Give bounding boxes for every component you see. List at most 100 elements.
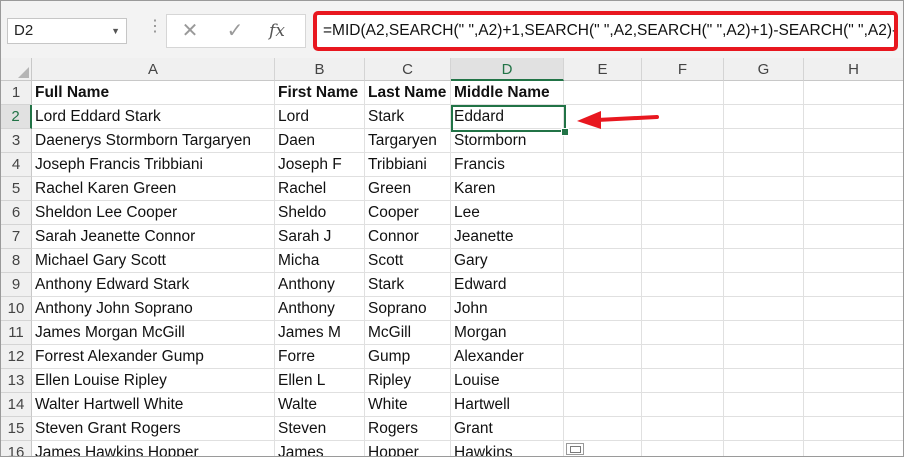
cell-f16[interactable] [642, 441, 724, 456]
insert-function-icon[interactable]: fx [264, 20, 290, 42]
cell-a3[interactable]: Daenerys Stormborn Targaryen [32, 129, 275, 153]
cell-g2[interactable] [724, 105, 804, 129]
cell-b12[interactable]: Forre [275, 345, 365, 369]
cell-a12[interactable]: Forrest Alexander Gump [32, 345, 275, 369]
cell-c10[interactable]: Soprano [365, 297, 451, 321]
formula-input[interactable]: =MID(A2,SEARCH(" ",A2)+1,SEARCH(" ",A2,S… [313, 11, 898, 51]
cell-d10[interactable]: John [451, 297, 564, 321]
cell-e3[interactable] [564, 129, 642, 153]
cell-b14[interactable]: Walte [275, 393, 365, 417]
cell-a4[interactable]: Joseph Francis Tribbiani [32, 153, 275, 177]
cell-g9[interactable] [724, 273, 804, 297]
cell-f15[interactable] [642, 417, 724, 441]
row-header-5[interactable]: 5 [1, 177, 32, 201]
cell-e8[interactable] [564, 249, 642, 273]
cell-a15[interactable]: Steven Grant Rogers [32, 417, 275, 441]
cell-h15[interactable] [804, 417, 903, 441]
column-header-a[interactable]: A [32, 58, 275, 81]
cell-d3[interactable]: Stormborn [451, 129, 564, 153]
cell-c13[interactable]: Ripley [365, 369, 451, 393]
cell-a5[interactable]: Rachel Karen Green [32, 177, 275, 201]
cell-d12[interactable]: Alexander [451, 345, 564, 369]
name-box[interactable]: D2 ▼ [7, 18, 127, 44]
cell-a16[interactable]: James Hawkins Hopper [32, 441, 275, 456]
cell-f8[interactable] [642, 249, 724, 273]
row-header-6[interactable]: 6 [1, 201, 32, 225]
cell-f14[interactable] [642, 393, 724, 417]
cell-a10[interactable]: Anthony John Soprano [32, 297, 275, 321]
quick-analysis-icon[interactable] [566, 443, 584, 455]
resize-handle-icon[interactable]: ⋮ [147, 19, 163, 35]
cell-f12[interactable] [642, 345, 724, 369]
cell-g16[interactable] [724, 441, 804, 456]
cell-d15[interactable]: Grant [451, 417, 564, 441]
fill-handle[interactable] [561, 128, 569, 136]
cell-d4[interactable]: Francis [451, 153, 564, 177]
cell-h3[interactable] [804, 129, 903, 153]
cell-f6[interactable] [642, 201, 724, 225]
cell-h10[interactable] [804, 297, 903, 321]
cell-f11[interactable] [642, 321, 724, 345]
cell-e12[interactable] [564, 345, 642, 369]
cell-g15[interactable] [724, 417, 804, 441]
cell-h5[interactable] [804, 177, 903, 201]
cell-d11[interactable]: Morgan [451, 321, 564, 345]
row-header-16[interactable]: 16 [1, 441, 32, 456]
cell-c2[interactable]: Stark [365, 105, 451, 129]
cell-b6[interactable]: Sheldo [275, 201, 365, 225]
cell-b5[interactable]: Rachel [275, 177, 365, 201]
row-header-15[interactable]: 15 [1, 417, 32, 441]
cell-g7[interactable] [724, 225, 804, 249]
cell-f7[interactable] [642, 225, 724, 249]
cell-b15[interactable]: Steven [275, 417, 365, 441]
cell-d6[interactable]: Lee [451, 201, 564, 225]
cell-c4[interactable]: Tribbiani [365, 153, 451, 177]
cell-g10[interactable] [724, 297, 804, 321]
cell-f4[interactable] [642, 153, 724, 177]
cell-g8[interactable] [724, 249, 804, 273]
cell-c5[interactable]: Green [365, 177, 451, 201]
cell-g5[interactable] [724, 177, 804, 201]
cell-d9[interactable]: Edward [451, 273, 564, 297]
cell-b10[interactable]: Anthony [275, 297, 365, 321]
cell-h9[interactable] [804, 273, 903, 297]
cell-e11[interactable] [564, 321, 642, 345]
cell-a2[interactable]: Lord Eddard Stark [32, 105, 275, 129]
cell-c8[interactable]: Scott [365, 249, 451, 273]
cell-e10[interactable] [564, 297, 642, 321]
cell-d16[interactable]: Hawkins [451, 441, 564, 456]
cell-h8[interactable] [804, 249, 903, 273]
cell-b7[interactable]: Sarah J [275, 225, 365, 249]
cell-g3[interactable] [724, 129, 804, 153]
cell-b3[interactable]: Daen [275, 129, 365, 153]
cell-e14[interactable] [564, 393, 642, 417]
row-header-4[interactable]: 4 [1, 153, 32, 177]
select-all-button[interactable] [1, 58, 32, 81]
cell-g14[interactable] [724, 393, 804, 417]
row-header-3[interactable]: 3 [1, 129, 32, 153]
cell-g6[interactable] [724, 201, 804, 225]
cell-h11[interactable] [804, 321, 903, 345]
cell-c7[interactable]: Connor [365, 225, 451, 249]
cell-h1[interactable] [804, 81, 903, 105]
cell-g12[interactable] [724, 345, 804, 369]
cell-f5[interactable] [642, 177, 724, 201]
cell-f1[interactable] [642, 81, 724, 105]
row-header-1[interactable]: 1 [1, 81, 32, 105]
cell-a8[interactable]: Michael Gary Scott [32, 249, 275, 273]
cell-e7[interactable] [564, 225, 642, 249]
cell-c15[interactable]: Rogers [365, 417, 451, 441]
row-header-9[interactable]: 9 [1, 273, 32, 297]
cell-f3[interactable] [642, 129, 724, 153]
cell-c14[interactable]: White [365, 393, 451, 417]
cell-d2[interactable]: Eddard [451, 105, 564, 129]
cell-a9[interactable]: Anthony Edward Stark [32, 273, 275, 297]
cell-b9[interactable]: Anthony [275, 273, 365, 297]
cell-a13[interactable]: Ellen Louise Ripley [32, 369, 275, 393]
cell-b2[interactable]: Lord [275, 105, 365, 129]
cell-h4[interactable] [804, 153, 903, 177]
row-header-8[interactable]: 8 [1, 249, 32, 273]
row-header-2[interactable]: 2 [1, 105, 32, 129]
cell-d13[interactable]: Louise [451, 369, 564, 393]
row-header-14[interactable]: 14 [1, 393, 32, 417]
